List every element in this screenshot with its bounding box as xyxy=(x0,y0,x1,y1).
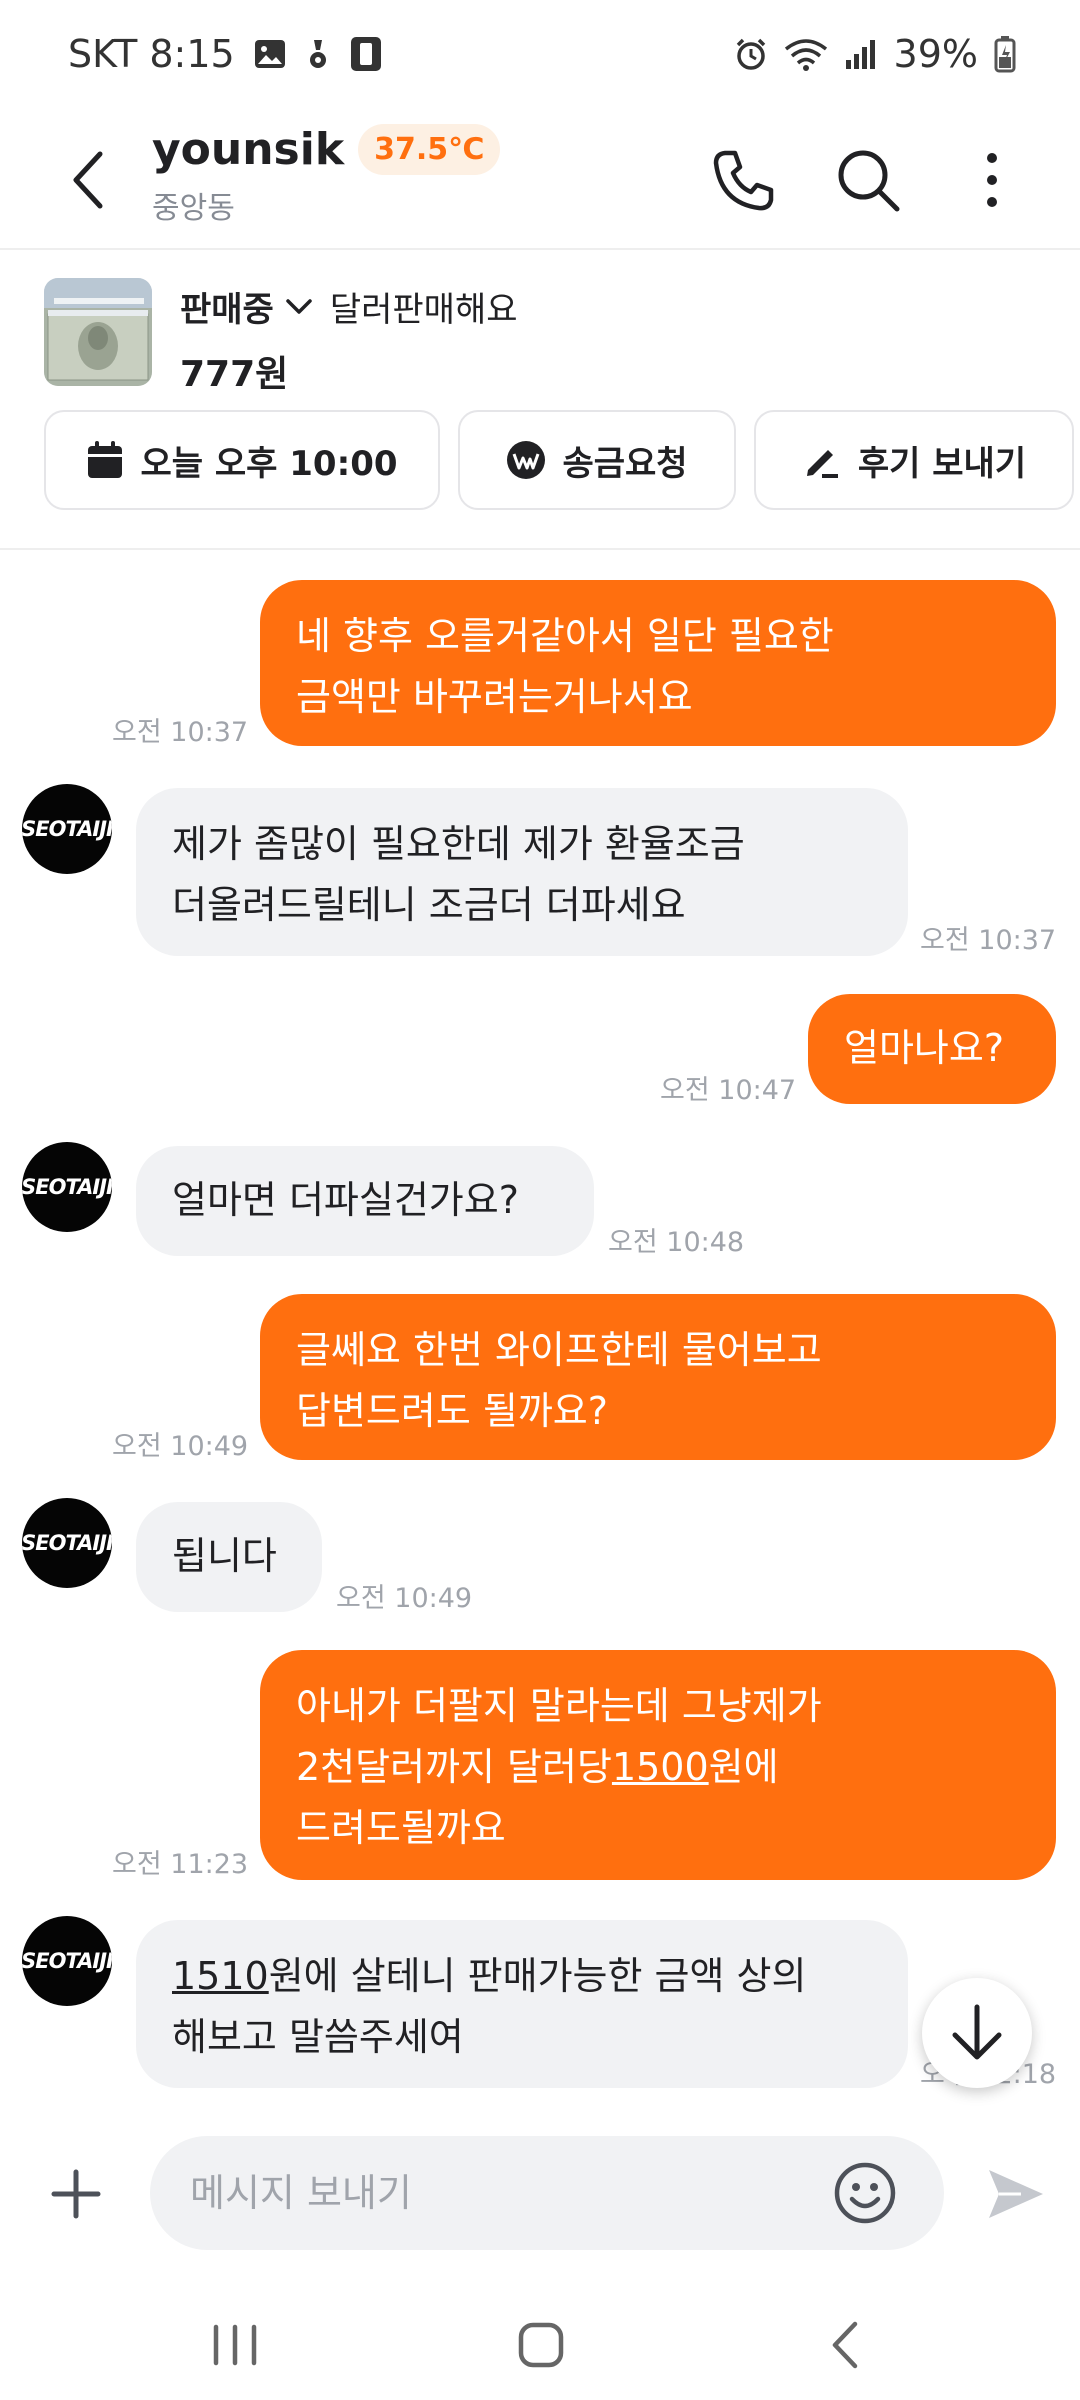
battery-icon xyxy=(994,35,1016,73)
message-text: 금액만 바꾸려는거나서요 xyxy=(296,675,693,719)
send-review-button[interactable]: 후기 보내기 xyxy=(754,410,1074,510)
avatar[interactable]: SEOTAIJI xyxy=(22,1142,112,1232)
back-arrow-icon xyxy=(73,151,103,209)
product-thumbnail[interactable] xyxy=(44,278,152,386)
message-time: 오전 10:37 xyxy=(920,925,1057,956)
avatar[interactable]: SEOTAIJI xyxy=(22,1916,112,2006)
message-text: 얼마나요? xyxy=(844,1026,1005,1070)
avatar[interactable]: SEOTAIJI xyxy=(22,784,112,874)
send-icon xyxy=(989,2170,1043,2218)
linked-number[interactable]: 1500 xyxy=(612,1745,709,1789)
scroll-to-bottom-button[interactable] xyxy=(922,1978,1032,2088)
message-text: 1510원에 살테니 판매가능한 금액 상의 xyxy=(172,1946,872,2007)
home-icon xyxy=(518,2322,564,2368)
send-review-label: 후기 보내기 xyxy=(857,443,1027,484)
message-time: 오전 10:37 xyxy=(112,717,249,748)
their-message-bubble[interactable]: 1510원에 살테니 판매가능한 금액 상의 해보고 말씀주세여 xyxy=(136,1920,908,2088)
pencil-icon xyxy=(806,450,838,478)
avatar[interactable]: SEOTAIJI xyxy=(22,1498,112,1588)
chevron-down-icon[interactable] xyxy=(284,297,314,317)
product-price: 777원 xyxy=(180,354,289,395)
transfer-request-label: 송금요청 xyxy=(562,443,688,484)
message-time: 오전 10:49 xyxy=(336,1583,473,1614)
message-text: 더올려드릴테니 조금더 더파세요 xyxy=(172,883,686,927)
recent-apps-icon xyxy=(213,2324,257,2366)
alarm-icon xyxy=(734,37,768,71)
their-message-bubble[interactable]: 제가 좀많이 필요한데 제가 환율조금 더올려드릴테니 조금더 더파세요 xyxy=(136,788,908,956)
wifi-icon xyxy=(784,37,828,71)
gallery-icon xyxy=(253,37,287,71)
chat-header: younsik 37.5℃ 중앙동 xyxy=(0,110,1080,250)
notification-icon xyxy=(305,36,331,72)
message-text-part: 2천달러까지 달러당 xyxy=(296,1745,612,1789)
their-message-bubble[interactable]: 얼마면 더파실건가요? xyxy=(136,1146,594,1256)
user-location: 중앙동 xyxy=(152,191,235,226)
message-text: 답변드려도 될까요? xyxy=(296,1389,608,1433)
back-nav-icon xyxy=(832,2321,858,2369)
message-text: 얼마면 더파실건가요? xyxy=(172,1178,519,1222)
back-button[interactable] xyxy=(48,136,128,224)
schedule-button[interactable]: 오늘 오후 10:00 xyxy=(44,410,440,510)
linked-number[interactable]: 1510 xyxy=(172,1954,269,1998)
message-text: 아내가 더팔지 말라는데 그냥제가 xyxy=(296,1684,822,1728)
transfer-request-button[interactable]: 송금요청 xyxy=(458,410,736,510)
won-pay-icon xyxy=(507,441,546,479)
message-time: 오전 10:49 xyxy=(112,1431,249,1462)
message-text: 됩니다 xyxy=(172,1534,277,1578)
more-button[interactable] xyxy=(948,136,1036,224)
send-button[interactable] xyxy=(978,2156,1054,2232)
battery-percent: 39% xyxy=(893,32,978,76)
calendar-icon xyxy=(88,441,123,478)
arrow-down-icon xyxy=(952,2004,1002,2060)
message-time: 오전 10:47 xyxy=(660,1075,797,1106)
message-text: 2천달러까지 달러당1500원에 xyxy=(296,1737,1020,1798)
avatar-text: SEOTAIJI xyxy=(22,1531,112,1555)
call-button[interactable] xyxy=(700,136,788,224)
message-text-part: 원에 살테니 판매가능한 금액 상의 xyxy=(268,1954,807,1998)
carrier-time: SKT 8:15 xyxy=(68,32,235,76)
home-button[interactable] xyxy=(496,2310,586,2380)
message-text-part: 원에 xyxy=(708,1745,779,1789)
manner-temperature-badge: 37.5℃ xyxy=(358,124,501,175)
emoji-button[interactable] xyxy=(832,2160,898,2226)
schedule-label: 오늘 오후 10:00 xyxy=(140,443,398,484)
back-nav-button[interactable] xyxy=(800,2310,890,2380)
message-time: 오전 11:23 xyxy=(112,1849,249,1880)
avatar-text: SEOTAIJI xyxy=(22,1949,112,1973)
chat-title[interactable]: younsik 37.5℃ 중앙동 xyxy=(152,124,501,227)
sale-status-dropdown[interactable]: 판매중 xyxy=(180,282,274,331)
emoji-icon xyxy=(834,2162,896,2224)
product-title[interactable]: 달러판매해요 xyxy=(330,282,518,331)
username: younsik xyxy=(152,124,345,175)
message-time: 오전 10:48 xyxy=(608,1227,745,1258)
message-input-bar xyxy=(0,2100,1080,2290)
more-vertical-icon xyxy=(987,153,997,207)
message-text: 제가 좀많이 필요한데 제가 환율조금 xyxy=(172,822,745,866)
phone-app-icon xyxy=(349,35,383,73)
avatar-text: SEOTAIJI xyxy=(22,817,112,841)
message-input[interactable] xyxy=(150,2136,944,2250)
message-text: 드려도될까요 xyxy=(296,1806,506,1850)
search-button[interactable] xyxy=(824,136,912,224)
system-navigation-bar xyxy=(0,2290,1080,2400)
my-message-bubble[interactable]: 네 향후 오를거같아서 일단 필요한 금액만 바꾸려는거나서요 xyxy=(260,580,1056,746)
status-bar: SKT 8:15 39% xyxy=(0,0,1080,110)
signal-icon xyxy=(844,38,878,70)
my-message-bubble[interactable]: 아내가 더팔지 말라는데 그냥제가 2천달러까지 달러당1500원에 드려도될까… xyxy=(260,1650,1056,1880)
plus-icon xyxy=(51,2169,101,2219)
phone-icon xyxy=(713,150,774,211)
their-message-bubble[interactable]: 됩니다 xyxy=(136,1502,322,1612)
search-icon xyxy=(838,150,900,212)
message-text: 글쎄요 한번 와이프한테 물어보고 xyxy=(296,1328,822,1372)
message-text: 네 향후 오를거같아서 일단 필요한 xyxy=(296,614,834,658)
dollar-bills-image xyxy=(44,278,152,386)
avatar-text: SEOTAIJI xyxy=(22,1175,112,1199)
my-message-bubble[interactable]: 글쎄요 한번 와이프한테 물어보고 답변드려도 될까요? xyxy=(260,1294,1056,1460)
attach-button[interactable] xyxy=(38,2156,114,2232)
product-bar: 판매중 달러판매해요 777원 오늘 오후 10:00 송금요청 후기 보내기 xyxy=(0,252,1080,550)
my-message-bubble[interactable]: 얼마나요? xyxy=(808,994,1056,1104)
recent-apps-button[interactable] xyxy=(190,2310,280,2380)
message-text: 해보고 말씀주세여 xyxy=(172,2015,464,2059)
chat-messages[interactable]: 오전 10:37 네 향후 오를거같아서 일단 필요한 금액만 바꾸려는거나서요… xyxy=(0,552,1080,2092)
